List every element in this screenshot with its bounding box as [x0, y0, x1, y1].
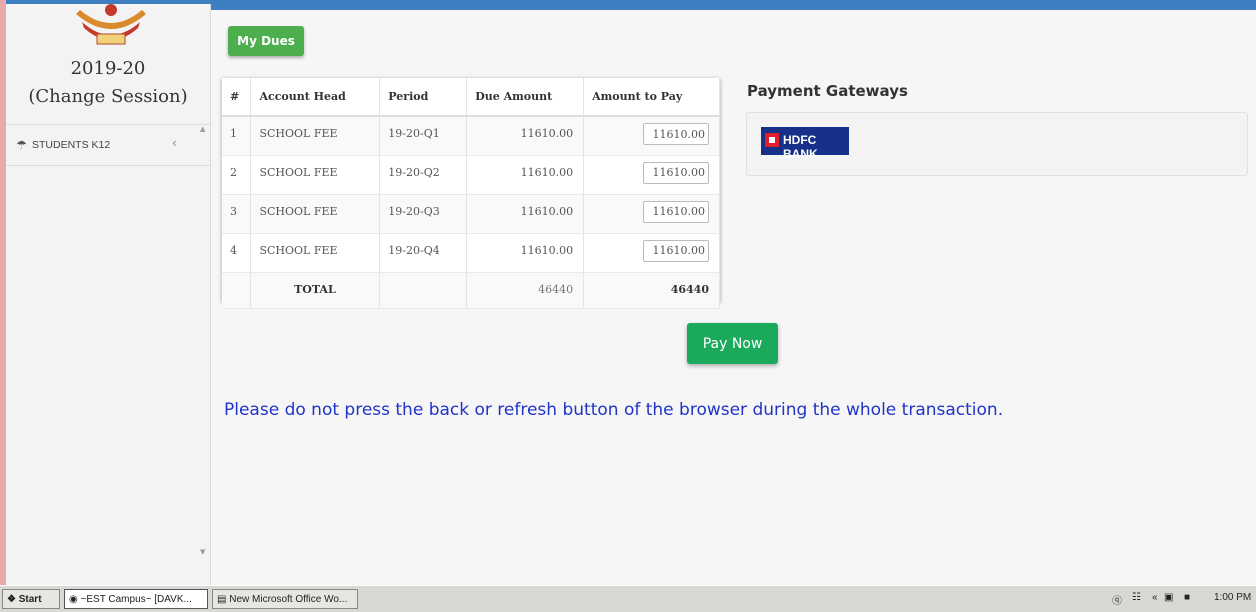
table-row: 4 SCHOOL FEE 19-20-Q4 11610.00 — [222, 233, 720, 273]
dues-table: # Account Head Period Due Amount Amount … — [222, 78, 720, 309]
task1-label: ~EST Campus~ [DAVK... — [80, 593, 192, 605]
total-pay: 46440 — [583, 272, 720, 309]
row-number: 4 — [222, 233, 252, 273]
start-label: Start — [18, 593, 42, 605]
col-header-account-head: Account Head — [250, 78, 381, 117]
transaction-warning: Please do not press the back or refresh … — [224, 400, 1004, 420]
col-header-number: # — [222, 78, 252, 117]
taskbar-item-office-doc[interactable]: ▤ New Microsoft Office Wo... — [212, 589, 358, 609]
dues-table-container: # Account Head Period Due Amount Amount … — [222, 78, 720, 309]
amount-to-pay-input[interactable] — [643, 200, 709, 223]
account-head: SCHOOL FEE — [250, 233, 381, 273]
amount-to-pay-input[interactable] — [643, 161, 709, 184]
table-row: 3 SCHOOL FEE 19-20-Q3 11610.00 — [222, 194, 720, 234]
table-row: 2 SCHOOL FEE 19-20-Q2 11610.00 — [222, 155, 720, 195]
payment-gateways-title: Payment Gateways — [747, 82, 908, 100]
account-head: SCHOOL FEE — [250, 194, 381, 234]
due-amount: 11610.00 — [466, 233, 585, 273]
hdfc-logo-icon — [765, 133, 779, 147]
period: 19-20-Q4 — [379, 233, 468, 273]
help-icon[interactable]: ⓠ — [1112, 592, 1122, 607]
col-header-due-amount: Due Amount — [466, 78, 585, 117]
period: 19-20-Q3 — [379, 194, 468, 234]
total-due: 46440 — [466, 272, 585, 309]
sidebar: 2019-20 (Change Session) ☂ STUDENTS K12 … — [6, 4, 211, 585]
amount-to-pay-cell — [583, 155, 720, 195]
total-label: TOTAL — [250, 272, 381, 309]
hdfc-bank-gateway-button[interactable]: HDFC BANK — [761, 127, 849, 161]
taskbar-item-est-campus[interactable]: ◉ ~EST Campus~ [DAVK... — [64, 589, 208, 609]
payment-gateways-box: HDFC BANK — [746, 112, 1248, 176]
due-amount: 11610.00 — [466, 155, 585, 195]
scroll-up-arrow-icon[interactable]: ▲ — [200, 125, 205, 133]
amount-to-pay-cell — [583, 116, 720, 156]
start-button[interactable]: ❖ Start — [2, 589, 60, 609]
amount-to-pay-cell — [583, 233, 720, 273]
chevron-left-icon[interactable]: ‹ — [172, 136, 177, 150]
col-header-amount-to-pay: Amount to Pay — [583, 78, 720, 117]
chrome-icon: ◉ — [69, 593, 81, 605]
top-accent-bar — [210, 0, 1256, 10]
system-tray: ⓠ ☷ « ▣ ■ 1:00 PM — [1108, 589, 1254, 609]
network-icon[interactable]: ☷ — [1132, 592, 1141, 603]
due-amount: 11610.00 — [466, 116, 585, 156]
tray-app-icon[interactable]: ▣ — [1164, 592, 1173, 603]
table-header-row: # Account Head Period Due Amount Amount … — [222, 78, 720, 117]
sidebar-item-label: STUDENTS K12 — [32, 139, 111, 151]
period: 19-20-Q1 — [379, 116, 468, 156]
taskbar: ❖ Start ◉ ~EST Campus~ [DAVK... ▤ New Mi… — [0, 585, 1256, 612]
scroll-down-arrow-icon[interactable]: ▼ — [200, 548, 205, 556]
total-period-empty — [379, 272, 468, 309]
change-session-link[interactable]: (Change Session) — [6, 86, 210, 107]
total-row: TOTAL 46440 46440 — [222, 272, 720, 309]
amount-to-pay-input[interactable] — [643, 123, 709, 145]
account-head: SCHOOL FEE — [250, 116, 381, 156]
col-header-period: Period — [379, 78, 468, 117]
shield-icon[interactable]: ■ — [1184, 592, 1190, 603]
amount-to-pay-cell — [583, 194, 720, 234]
sidebar-item-students-k12[interactable]: ☂ STUDENTS K12 ‹ — [6, 124, 210, 166]
due-amount: 11610.00 — [466, 194, 585, 234]
word-doc-icon: ▤ — [217, 593, 230, 605]
total-empty-cell — [222, 272, 252, 309]
task2-label: New Microsoft Office Wo... — [229, 593, 348, 605]
account-head: SCHOOL FEE — [250, 155, 381, 195]
hdfc-bank-label: HDFC BANK — [783, 133, 818, 161]
period: 19-20-Q2 — [379, 155, 468, 195]
expand-tray-icon[interactable]: « — [1152, 592, 1158, 603]
pay-now-button[interactable]: Pay Now — [687, 323, 778, 364]
school-logo — [76, 4, 146, 45]
users-icon: ☂ — [16, 138, 27, 152]
windows-icon: ❖ — [7, 593, 19, 605]
clock: 1:00 PM — [1214, 592, 1252, 603]
amount-to-pay-input[interactable] — [643, 239, 709, 262]
row-number: 2 — [222, 155, 252, 195]
session-year: 2019-20 — [70, 58, 146, 79]
my-dues-button[interactable]: My Dues — [228, 26, 304, 56]
row-number: 3 — [222, 194, 252, 234]
table-row: 1 SCHOOL FEE 19-20-Q1 11610.00 — [222, 116, 720, 156]
row-number: 1 — [222, 116, 252, 156]
